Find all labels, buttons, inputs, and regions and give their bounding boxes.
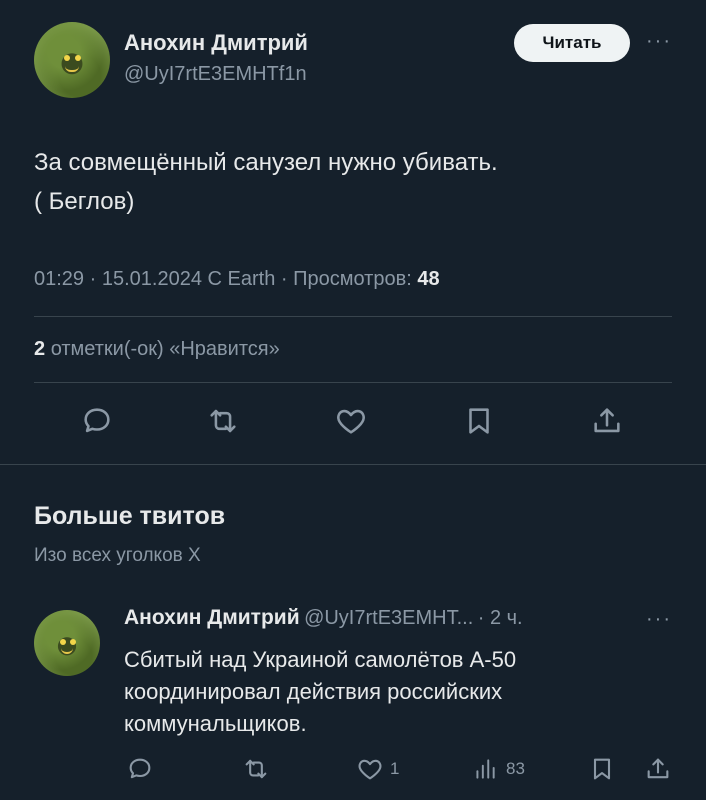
suggested-header: Анохин Дмитрий @UyI7rtE3EMHT... · 2 ч. xyxy=(124,606,523,630)
like-icon[interactable] xyxy=(356,755,384,783)
tweet-text-line2: ( Беглов) xyxy=(34,188,135,215)
bookmark-icon[interactable] xyxy=(462,404,496,438)
tweet-text-line1: За совмещённый санузел нужно убивать. xyxy=(34,149,498,176)
tweet-source: С Earth xyxy=(207,268,276,290)
analytics-icon[interactable] xyxy=(472,755,498,783)
tweet-meta: 01:29 · 15.01.2024 С Earth · Просмотров:… xyxy=(34,268,440,290)
suggested-author-name[interactable]: Анохин Дмитрий xyxy=(124,606,300,629)
suggested-views[interactable]: 83 xyxy=(472,755,525,783)
ellipsis-icon[interactable]: ··· xyxy=(646,30,672,53)
reply-icon[interactable] xyxy=(80,404,114,438)
likes-label: отметки(-ок) «Нравится» xyxy=(50,338,280,360)
author-avatar[interactable] xyxy=(34,22,110,98)
divider xyxy=(34,382,672,383)
suggested-text-line2: координировал действия российских xyxy=(124,679,503,704)
views-count: 48 xyxy=(417,268,440,290)
author-handle[interactable]: @UyI7rtE3EMHTf1n xyxy=(124,63,307,86)
suggested-author-handle[interactable]: @UyI7rtE3EMHT... xyxy=(304,607,473,629)
tweet-date[interactable]: 15.01.2024 xyxy=(102,268,202,290)
section-divider xyxy=(0,464,706,465)
suggested-like[interactable]: 1 xyxy=(356,755,399,783)
like-count: 1 xyxy=(390,759,400,778)
more-tweets-subtitle: Изо всех уголков X xyxy=(34,545,201,566)
bookmark-icon[interactable] xyxy=(588,755,616,783)
tweet-time[interactable]: 01:29 xyxy=(34,268,84,290)
likes-count: 2 xyxy=(34,338,46,360)
reply-icon[interactable] xyxy=(126,755,154,783)
like-icon[interactable] xyxy=(334,404,368,438)
suggested-text-line1: Сбитый над Украиной самолётов А-50 xyxy=(124,647,517,672)
ellipsis-icon[interactable]: ··· xyxy=(646,608,672,631)
read-button[interactable]: Читать xyxy=(514,24,630,62)
share-icon[interactable] xyxy=(590,404,624,438)
more-tweets-title: Больше твитов xyxy=(34,502,226,530)
views-label: Просмотров: xyxy=(293,268,412,290)
retweet-icon[interactable] xyxy=(242,755,270,783)
share-icon[interactable] xyxy=(644,755,672,783)
views-count: 83 xyxy=(506,759,525,778)
suggested-author-avatar[interactable] xyxy=(34,610,100,676)
likes-summary[interactable]: 2 отметки(-ок) «Нравится» xyxy=(34,338,280,361)
suggested-text-line3: коммунальщиков. xyxy=(124,711,307,736)
divider xyxy=(34,316,672,317)
retweet-icon[interactable] xyxy=(206,404,240,438)
author-name[interactable]: Анохин Дмитрий xyxy=(124,30,308,56)
suggested-age[interactable]: · 2 ч. xyxy=(478,607,523,629)
